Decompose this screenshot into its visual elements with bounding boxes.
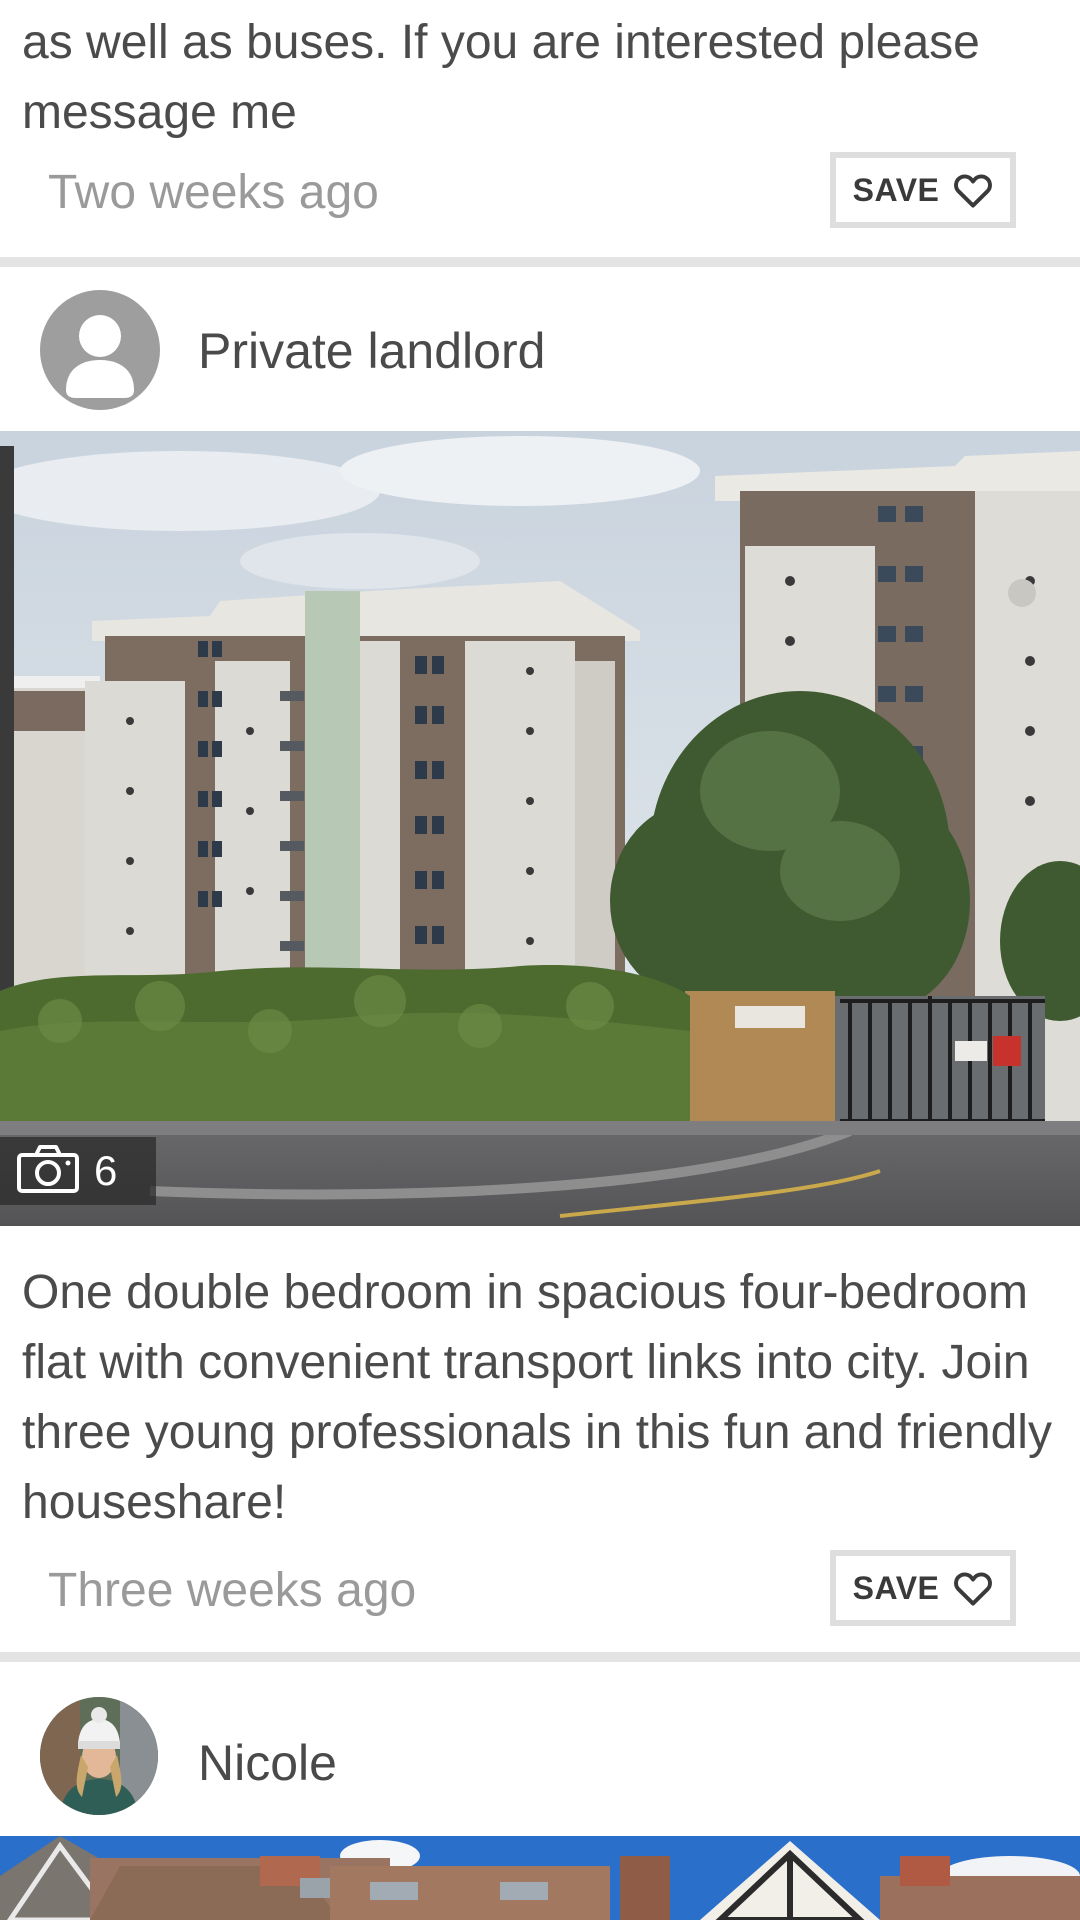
- poster-avatar[interactable]: [40, 1697, 158, 1815]
- poster-avatar[interactable]: [40, 290, 160, 410]
- listing-divider: [0, 1652, 1080, 1662]
- save-button-label: SAVE: [852, 1569, 940, 1606]
- save-button[interactable]: SAVE: [830, 1550, 1016, 1626]
- listing-photo[interactable]: [0, 431, 1080, 1226]
- listing-meta-row: Two weeks ago SAVE: [0, 152, 1080, 234]
- listing-divider: [0, 257, 1080, 267]
- person-icon: [66, 315, 134, 398]
- save-button-label: SAVE: [852, 171, 940, 208]
- photo-count-badge[interactable]: 6: [0, 1137, 156, 1205]
- poster-name[interactable]: Nicole: [198, 1733, 337, 1793]
- save-button[interactable]: SAVE: [830, 152, 1016, 228]
- listing-meta-row: Three weeks ago SAVE: [0, 1550, 1080, 1632]
- camera-icon: [16, 1144, 80, 1199]
- listings-feed: as well as buses. If you are interested …: [0, 0, 1080, 1920]
- poster-name[interactable]: Private landlord: [198, 321, 545, 381]
- listing-description: One double bedroom in spacious four-bedr…: [22, 1266, 1052, 1529]
- heart-outline-icon: [953, 172, 993, 208]
- listing-photo[interactable]: [0, 1836, 1080, 1920]
- listing-description: as well as buses. If you are interested …: [22, 16, 980, 139]
- listing-time-ago: Three weeks ago: [48, 1564, 417, 1617]
- listing-time-ago: Two weeks ago: [48, 166, 379, 219]
- photo-count-value: 6: [94, 1147, 118, 1194]
- heart-outline-icon: [953, 1570, 993, 1606]
